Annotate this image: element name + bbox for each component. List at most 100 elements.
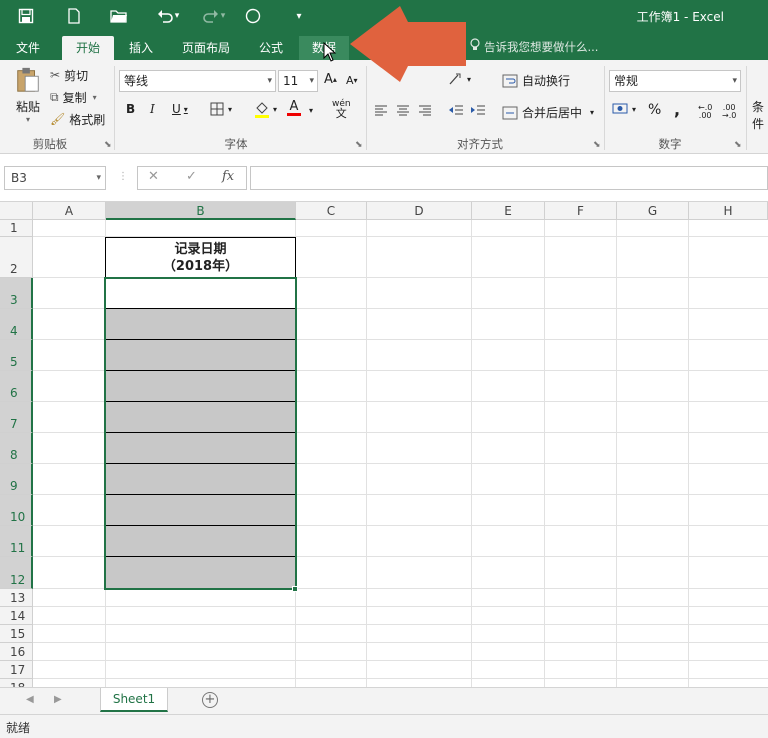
fill-color-button[interactable]: ▾ xyxy=(254,100,277,118)
row-header-1[interactable]: 1 xyxy=(0,220,33,237)
clipboard-launcher-icon[interactable]: ⬊ xyxy=(104,140,112,150)
undo-icon[interactable]: ▾ xyxy=(150,5,186,27)
row-header-11[interactable]: 11 xyxy=(0,526,33,557)
increase-decimal-button[interactable]: ←.0.00 xyxy=(698,104,712,120)
font-size-select[interactable]: 11 ▾ xyxy=(278,70,318,92)
copy-button[interactable]: ⧉ 复制 ▾ xyxy=(50,88,97,106)
row-header-9[interactable]: 9 xyxy=(0,464,33,495)
select-all-corner[interactable] xyxy=(0,202,33,220)
column-header-b[interactable]: B xyxy=(106,202,296,220)
wrap-text-icon xyxy=(502,74,518,87)
enter-icon[interactable]: ✓ xyxy=(186,169,197,184)
column-header-c[interactable]: C xyxy=(296,202,367,220)
name-box-value: B3 xyxy=(11,171,27,185)
paintbrush-icon: 🖌 xyxy=(50,112,66,126)
column-header-e[interactable]: E xyxy=(472,202,545,220)
bold-button[interactable]: B xyxy=(126,102,135,116)
underline-button[interactable]: U ▾ xyxy=(172,102,188,116)
row-header-17[interactable]: 17 xyxy=(0,661,33,679)
sheet-tab-sheet1[interactable]: Sheet1 xyxy=(100,688,168,712)
conditional-label: 条件 xyxy=(752,100,765,131)
percent-label: % xyxy=(648,102,662,118)
font-name-select[interactable]: 等线 ▾ xyxy=(119,70,276,92)
row-header-8[interactable]: 8 xyxy=(0,433,33,464)
alignment-launcher-icon[interactable]: ⬊ xyxy=(593,140,601,150)
new-file-icon[interactable] xyxy=(62,5,86,27)
row-header-5[interactable]: 5 xyxy=(0,340,33,371)
window-title: 工作簿1 - Excel xyxy=(636,10,724,24)
formula-input[interactable] xyxy=(250,166,768,190)
row-header-2[interactable]: 2 xyxy=(0,237,33,278)
name-box[interactable]: B3 ▾ xyxy=(4,166,106,190)
row-header-12[interactable]: 12 xyxy=(0,557,33,589)
column-header-g[interactable]: G xyxy=(617,202,689,220)
number-format-select[interactable]: 常规 ▾ xyxy=(609,70,741,92)
font-color-button[interactable]: A xyxy=(287,100,301,116)
row-header-15[interactable]: 15 xyxy=(0,625,33,643)
column-header-f[interactable]: F xyxy=(545,202,617,220)
header-line-2: （2018年） xyxy=(162,259,239,274)
format-painter-button[interactable]: 🖌 格式刷 xyxy=(50,110,105,128)
tab-insert[interactable]: 插入 xyxy=(118,36,164,60)
number-launcher-icon[interactable]: ⬊ xyxy=(734,140,742,150)
decrease-decimal-button[interactable]: .00 →.0 xyxy=(722,104,736,120)
number-group-label: 数字 xyxy=(658,137,682,151)
add-sheet-button[interactable]: + xyxy=(202,692,218,708)
status-bar: 就绪 xyxy=(0,714,768,738)
grow-font-button[interactable]: A ▴ xyxy=(324,72,337,87)
insert-function-icon[interactable]: fx xyxy=(222,169,234,184)
tell-me-search[interactable]: 告诉我您想要做什么... xyxy=(470,38,598,55)
number-format-value: 常规 xyxy=(614,74,639,88)
formula-bar: B3 ▾ ⋮ ✕ ✓ fx xyxy=(0,154,768,202)
align-left-button[interactable] xyxy=(374,104,388,116)
save-icon[interactable] xyxy=(14,5,38,27)
scissors-icon: ✂ xyxy=(50,68,61,82)
column-header-a[interactable]: A xyxy=(33,202,106,220)
row-header-10[interactable]: 10 xyxy=(0,495,33,526)
row-header-16[interactable]: 16 xyxy=(0,643,33,661)
cell-b2-header[interactable]: 记录日期 （2018年） xyxy=(105,237,296,278)
clipboard-group-label: 剪贴板 xyxy=(32,137,68,151)
customize-qat-icon[interactable]: ▾ xyxy=(292,5,306,27)
wrap-text-button[interactable]: 自动换行 xyxy=(502,72,570,89)
borders-icon xyxy=(210,102,224,116)
align-center-button[interactable] xyxy=(396,104,410,116)
italic-button[interactable]: I xyxy=(150,102,155,116)
phonetic-button[interactable]: wén 文 xyxy=(332,100,351,120)
cancel-icon[interactable]: ✕ xyxy=(148,169,159,184)
column-header-d[interactable]: D xyxy=(367,202,472,220)
underline-label: U xyxy=(172,102,181,116)
paste-button[interactable]: 粘贴 ▾ xyxy=(10,66,46,124)
borders-button[interactable]: ▾ xyxy=(210,102,232,116)
tell-me-text: 告诉我您想要做什么... xyxy=(484,40,599,54)
fill-handle[interactable] xyxy=(292,586,298,592)
tab-formulas[interactable]: 公式 xyxy=(248,36,294,60)
tab-page-layout[interactable]: 页面布局 xyxy=(172,36,240,60)
align-right-button[interactable] xyxy=(418,104,432,116)
circle-icon[interactable] xyxy=(243,5,263,27)
percent-button[interactable]: % xyxy=(648,102,661,118)
merge-center-button[interactable]: 合并后居中 ▾ xyxy=(502,104,594,121)
comma-style-button[interactable]: , xyxy=(674,100,680,119)
accounting-format-button[interactable]: ▾ xyxy=(612,102,636,116)
row-header-4[interactable]: 4 xyxy=(0,309,33,340)
scroll-right-icon[interactable]: ▶ xyxy=(54,694,62,705)
decrease-indent-button[interactable] xyxy=(448,104,464,116)
conditional-format-button[interactable]: 条件 xyxy=(752,98,768,132)
worksheet-grid[interactable]: A B C D E F G H 1 2 3 4 5 6 7 8 9 10 11 … xyxy=(0,202,768,687)
row-header-6[interactable]: 6 xyxy=(0,371,33,402)
cut-button[interactable]: ✂ 剪切 xyxy=(50,66,88,84)
row-header-13[interactable]: 13 xyxy=(0,589,33,607)
row-header-14[interactable]: 14 xyxy=(0,607,33,625)
font-launcher-icon[interactable]: ⬊ xyxy=(355,140,363,150)
row-header-3[interactable]: 3 xyxy=(0,278,33,309)
tab-home[interactable]: 开始 xyxy=(62,36,114,60)
row-header-18[interactable]: 18 xyxy=(0,679,33,687)
column-header-h[interactable]: H xyxy=(689,202,768,220)
redo-icon[interactable]: ▾ xyxy=(196,5,232,27)
scroll-left-icon[interactable]: ◀ xyxy=(26,694,34,705)
increase-indent-button[interactable] xyxy=(470,104,486,116)
tab-file[interactable]: 文件 xyxy=(6,36,50,60)
open-folder-icon[interactable] xyxy=(107,5,131,27)
row-header-7[interactable]: 7 xyxy=(0,402,33,433)
